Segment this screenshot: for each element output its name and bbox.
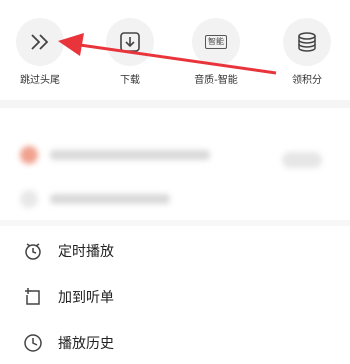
quality-badge: 智能 <box>205 35 227 49</box>
claim-points-button[interactable]: 领积分 <box>277 18 337 86</box>
history-icon <box>22 332 44 354</box>
menu-item-add-to-list[interactable]: 加到听单 <box>0 274 350 320</box>
menu-item-label: 加到听单 <box>58 290 114 306</box>
skip-intro-outro-label: 跳过头尾 <box>20 75 60 86</box>
claim-points-label: 领积分 <box>292 75 322 86</box>
add-to-list-icon <box>22 286 44 308</box>
audio-quality-label: 音质-智能 <box>194 75 238 86</box>
menu-item-label: 定时播放 <box>58 244 114 260</box>
quick-actions-row: 跳过头尾 下载 智能 音质-智能 领积分 <box>0 0 350 92</box>
menu-item-label: 播放历史 <box>58 336 114 352</box>
section-divider <box>0 100 350 108</box>
audio-quality-button[interactable]: 智能 音质-智能 <box>186 18 246 86</box>
download-icon <box>106 18 154 66</box>
download-label: 下载 <box>120 75 140 86</box>
skip-icon <box>16 18 64 66</box>
menu-item-history[interactable]: 播放历史 <box>0 320 350 364</box>
section-divider <box>0 220 350 226</box>
options-menu: 定时播放 加到听单 播放历史 <box>0 228 350 364</box>
menu-item-timer[interactable]: 定时播放 <box>0 228 350 274</box>
blurred-content <box>0 108 350 218</box>
timer-icon <box>22 240 44 262</box>
coins-icon <box>283 18 331 66</box>
skip-intro-outro-button[interactable]: 跳过头尾 <box>10 18 70 86</box>
download-button[interactable]: 下载 <box>100 18 160 86</box>
quality-icon: 智能 <box>192 18 240 66</box>
